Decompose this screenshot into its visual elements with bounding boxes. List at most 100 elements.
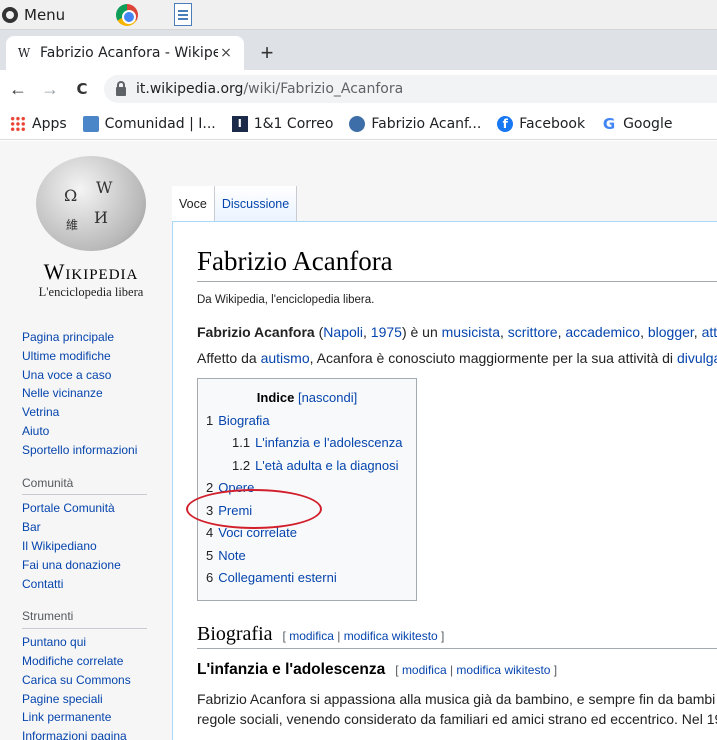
os-menu-button[interactable]: Menu [0, 6, 65, 24]
forward-button[interactable]: → [36, 75, 64, 103]
bookmark-google[interactable]: G Google [601, 114, 673, 133]
link-accademico[interactable]: accademico [565, 324, 640, 340]
link-musicista[interactable]: musicista [442, 324, 500, 340]
toc-item[interactable]: 5 Note [206, 545, 408, 568]
nav-link[interactable]: Bar [22, 518, 172, 537]
google-icon: G [602, 114, 616, 133]
address-bar[interactable]: it.wikipedia.org/wiki/Fabrizio_Acanfora [104, 75, 717, 103]
bookmark-label: 1&1 Correo [253, 115, 334, 132]
nav-link[interactable]: Contatti [22, 575, 172, 594]
nav-link[interactable]: Modifiche correlate [22, 652, 172, 671]
link-divulga[interactable]: divulga [677, 350, 717, 366]
toc-link[interactable]: Opere [218, 480, 254, 495]
nav-link[interactable]: Una voce a caso [22, 366, 172, 385]
bookmark-facebook[interactable]: f Facebook [497, 115, 585, 132]
nav-link[interactable]: Fai una donazione [22, 556, 172, 575]
link-att[interactable]: att [702, 324, 717, 340]
text: ) è un [401, 324, 442, 340]
edit-source-link[interactable]: modifica wikitesto [344, 629, 438, 643]
os-menu-label: Menu [24, 5, 66, 24]
toc-link[interactable]: L'età adulta e la diagnosi [255, 458, 398, 473]
section-title: Biografia [197, 622, 273, 645]
wikipedia-wordmark: Wikipedia [43, 259, 139, 284]
edit-source-link[interactable]: modifica wikitesto [456, 663, 550, 677]
link-autismo[interactable]: autismo [261, 350, 310, 366]
nav-link[interactable]: Pagine speciali [22, 690, 172, 709]
link-blogger[interactable]: blogger [648, 324, 694, 340]
lock-icon[interactable] [116, 80, 126, 96]
nav-link[interactable]: Aiuto [22, 422, 172, 441]
toc-item[interactable]: 1 Biografia [206, 410, 408, 433]
toc-link[interactable]: Voci correlate [218, 525, 297, 540]
toc-number: 2 [206, 480, 214, 495]
portal-heading-comunita: Comunità [22, 474, 147, 496]
text: | [333, 628, 344, 643]
subsection-edit-links: [ modifica | modifica wikitesto ] [395, 663, 557, 677]
intro-paragraph-2: Affetto da autismo, Acanfora è conosciut… [197, 348, 717, 368]
link-scrittore[interactable]: scrittore [508, 324, 558, 340]
article-content: Fabrizio Acanfora Da Wikipedia, l'encicl… [172, 221, 717, 740]
toc-item[interactable]: 6 Collegamenti esterni [206, 567, 408, 590]
bookmark-apps[interactable]: Apps [10, 115, 67, 132]
edit-link[interactable]: modifica [289, 629, 334, 643]
toc-link[interactable]: Biografia [218, 413, 269, 428]
toc-number: 3 [206, 502, 214, 518]
bookmark-label: Comunidad | I... [104, 115, 216, 132]
reload-button[interactable]: C [68, 75, 96, 103]
back-button[interactable]: ← [4, 75, 32, 103]
text: , [500, 324, 508, 340]
table-of-contents: Indice [nascondi] 1 Biografia 1.1 L'infanz… [197, 378, 417, 601]
chrome-icon[interactable] [116, 4, 138, 26]
sidebar-navigation: Pagina principale Ultime modifiche Una v… [22, 328, 172, 740]
nav-link[interactable]: Informazioni pagina [22, 727, 172, 740]
link-napoli[interactable]: Napoli [323, 324, 363, 340]
nav-link[interactable]: Ultime modifiche [22, 347, 172, 366]
bookmark-comunidad[interactable]: Comunidad | I... [82, 115, 216, 132]
toc-link[interactable]: Premi [218, 503, 252, 518]
tab-close-icon[interactable]: × [218, 45, 234, 61]
bookmark-wikipedia[interactable]: Fabrizio Acanf... [349, 115, 481, 132]
bookmark-correo[interactable]: I 1&1 Correo [231, 115, 334, 132]
bookmark-label: Apps [32, 115, 67, 132]
subsection-heading-infanzia: L'infanzia e l'adolescenza [ modifica | m… [197, 661, 708, 679]
wikipedia-globe-icon: Ω W И 維 [36, 156, 146, 251]
apps-grid-icon [10, 115, 26, 132]
toc-toggle-link[interactable]: [nascondi] [298, 390, 357, 405]
toc-item[interactable]: 4 Voci correlate [206, 522, 408, 545]
browser-tab-active[interactable]: W Fabrizio Acanfora - Wikipe × [6, 36, 244, 70]
nav-link[interactable]: Carica su Commons [22, 671, 172, 690]
toc-link[interactable]: L'infanzia e l'adolescenza [255, 435, 402, 450]
os-taskbar: Menu [0, 0, 717, 30]
nav-link[interactable]: Link permanente [22, 708, 172, 727]
nav-link[interactable]: Portale Comunità [22, 499, 172, 518]
nav-link[interactable]: Nelle vicinanze [22, 384, 172, 403]
correo-icon: I [231, 115, 248, 132]
toc-item[interactable]: 2 Opere [206, 477, 408, 500]
nav-link[interactable]: Vetrina [22, 403, 172, 422]
toc-link[interactable]: Note [218, 548, 245, 563]
tab-voce[interactable]: Voce [172, 186, 215, 222]
toc-item[interactable]: 3 Premi [206, 500, 408, 523]
toc-link[interactable]: Collegamenti esterni [218, 570, 337, 585]
text: ] [437, 628, 445, 643]
wikipedia-logo[interactable]: Ω W И 維 Wikipedia L'enciclopedia libera [20, 156, 162, 306]
link-1975[interactable]: 1975 [371, 324, 402, 340]
text: , [640, 324, 648, 340]
edit-link[interactable]: modifica [402, 663, 447, 677]
facebook-icon: f [497, 115, 514, 132]
toc-item[interactable]: 1.1 L'infanzia e l'adolescenza [206, 432, 408, 455]
nav-link[interactable]: Il Wikipediano [22, 537, 172, 556]
text-editor-icon[interactable] [174, 3, 192, 26]
toc-item[interactable]: 1.2 L'età adulta e la diagnosi [206, 455, 408, 478]
text: | [446, 662, 457, 677]
browser-tabstrip: W Fabrizio Acanfora - Wikipe × + [0, 30, 717, 70]
nav-link[interactable]: Puntano qui [22, 633, 172, 652]
text: , [363, 324, 371, 340]
new-tab-button[interactable]: + [255, 42, 279, 66]
browser-toolbar: ← → C it.wikipedia.org/wiki/Fabrizio_Aca… [0, 70, 717, 108]
nav-link[interactable]: Sportello informazioni [22, 441, 172, 460]
nav-link[interactable]: Pagina principale [22, 328, 172, 347]
toc-number: 1.2 [232, 457, 251, 473]
toc-number: 1 [206, 412, 214, 428]
tab-discussione[interactable]: Discussione [214, 186, 298, 222]
